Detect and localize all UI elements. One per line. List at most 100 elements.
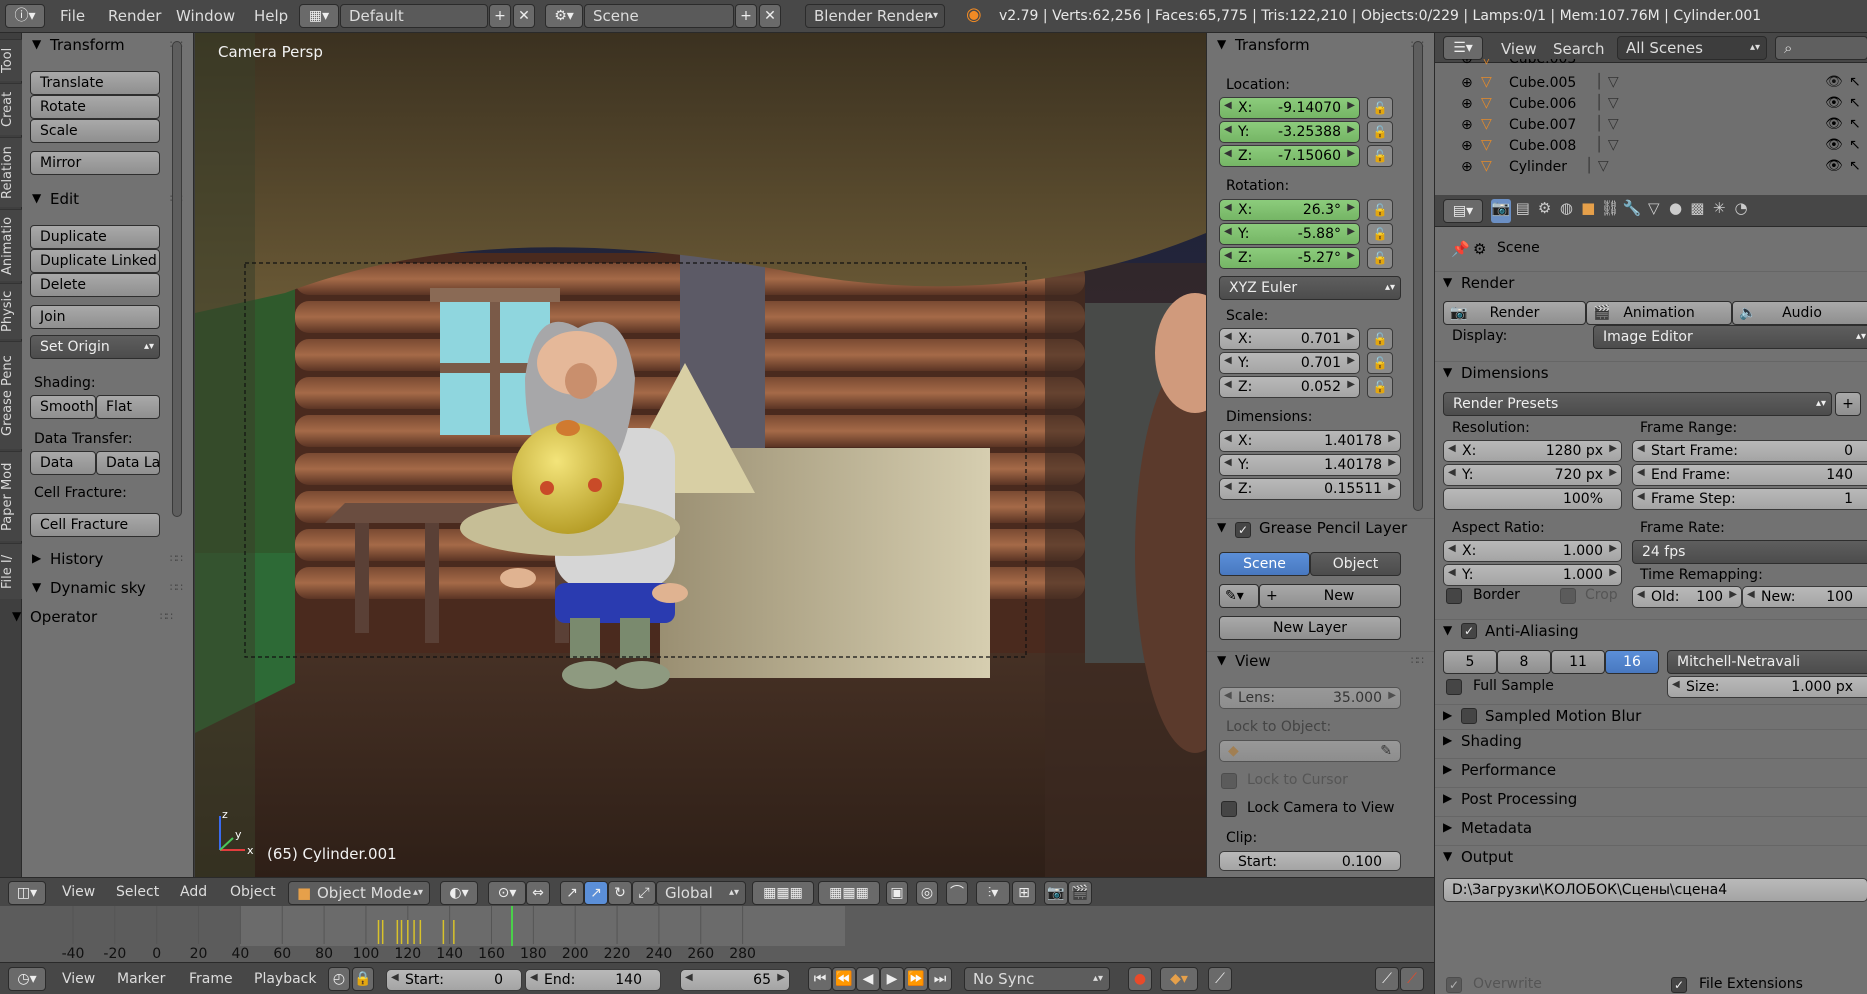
metadata-panel-header[interactable]: ▶ Metadata [1435, 816, 1867, 841]
translate-button[interactable]: Translate [30, 71, 160, 95]
preset-add-icon[interactable]: + [1835, 392, 1861, 416]
eye-icon[interactable]: 👁 [1825, 158, 1843, 174]
lock-object-field[interactable]: ◆ ✎ [1219, 740, 1401, 762]
tab-relation[interactable]: Relation [0, 137, 22, 207]
sync-mode-select[interactable]: No Sync ▴▾ [964, 967, 1110, 991]
scale-y-field[interactable]: ◀ Y: 0.701 ▶ [1219, 352, 1360, 374]
pencil-icon[interactable]: ✎▾ [1219, 584, 1259, 608]
jump-start-icon[interactable]: ⏮ [808, 967, 832, 991]
expand-icon[interactable]: ⊕ [1461, 138, 1473, 154]
scene-icon[interactable]: ⚙▾ [545, 4, 583, 28]
layout-close-icon[interactable]: ✕ [513, 4, 535, 28]
render-layers-icon[interactable]: ▤ [1513, 199, 1533, 223]
cursor-icon[interactable]: ↖ [1849, 95, 1861, 111]
outliner-menu-search[interactable]: Search [1553, 40, 1605, 58]
scene-close-icon[interactable]: ✕ [759, 4, 781, 28]
start-frame-timeline-field[interactable]: ◀ Start: 0 [386, 969, 522, 991]
playback-menu[interactable]: Playback [254, 971, 316, 987]
tab-file-io[interactable]: File I/ [0, 543, 22, 599]
full-sample-checkbox[interactable] [1446, 679, 1462, 695]
mirror-button[interactable]: Mirror [30, 151, 160, 175]
object-menu[interactable]: Object [230, 884, 276, 900]
render-tab-icon[interactable]: 📷 [1491, 199, 1511, 223]
rotation-z-field[interactable]: ◀ Z: -5.27° ▶ [1219, 247, 1360, 269]
layers-grid-icon[interactable]: ▦▦▦ [752, 881, 814, 905]
layout-icon[interactable]: ▦▾ [299, 4, 339, 28]
prev-keyframe-icon[interactable]: ⏪ [832, 967, 856, 991]
constraints-icon[interactable]: ⛓ [1600, 199, 1620, 223]
dimensions-panel-header[interactable]: ▼ Dimensions [1435, 361, 1867, 386]
lens-field[interactable]: ◀ Lens: 35.000 ▶ [1219, 687, 1401, 709]
location-x-field[interactable]: ◀ X: -9.14070 ▶ [1219, 97, 1360, 119]
insert-keyframe-icon[interactable]: ⟋ [1375, 967, 1399, 991]
set-origin-select[interactable]: Set Origin ▴▾ [30, 335, 160, 359]
rotation-x-field[interactable]: ◀ X: 26.3° ▶ [1219, 199, 1360, 221]
time-old-field[interactable]: ◀ Old: 100 ▶ [1632, 586, 1742, 608]
gp-object-tab[interactable]: Object [1310, 552, 1401, 576]
audio-button[interactable]: 🔈 Audio [1732, 301, 1867, 325]
grease-pencil-checkbox[interactable]: ✓ [1235, 522, 1251, 538]
location-z-field[interactable]: ◀ Z: -7.15060 ▶ [1219, 145, 1360, 167]
aspect-y-field[interactable]: ◀ Y: 1.000 ▶ [1443, 564, 1622, 586]
border-checkbox[interactable] [1446, 588, 1462, 604]
modifiers-icon[interactable]: 🔧 [1622, 199, 1642, 223]
filter-size-field[interactable]: ◀ Size: 1.000 px [1667, 676, 1867, 698]
tab-animation[interactable]: Animatio [0, 209, 22, 281]
dimensions-x-field[interactable]: ◀ X: 1.40178 ▶ [1219, 430, 1401, 452]
jump-end-icon[interactable]: ⏭ [928, 967, 952, 991]
tab-physics[interactable]: Physic [0, 283, 22, 339]
lock-icon[interactable]: 🔓 [1367, 223, 1393, 245]
menu-file[interactable]: File [60, 7, 85, 25]
n-transform-header[interactable]: ▼Transform∷∷ [1207, 36, 1435, 60]
gp-new-button[interactable]: + New [1259, 584, 1401, 608]
motion-blur-checkbox[interactable] [1461, 708, 1477, 724]
eye-icon[interactable]: 👁 [1825, 137, 1843, 153]
outliner-row[interactable]: ⊕ ▽ Cylinder │ ▽ 👁 ↖ [1435, 157, 1867, 178]
rotate-button[interactable]: Rotate [30, 95, 160, 119]
outliner-row[interactable]: ⊕ ▽ Cube.006 │ ▽ 👁 ↖ [1435, 94, 1867, 115]
time-lock-icon[interactable]: 🔒 [352, 967, 374, 991]
eyedropper-icon[interactable]: ✎ [1380, 743, 1392, 759]
eye-icon[interactable]: 👁 [1825, 116, 1843, 132]
lock-icon[interactable]: 🔓 [1367, 328, 1393, 350]
render-button[interactable]: 📷 Render [1443, 301, 1586, 325]
data-button[interactable]: Data [30, 451, 96, 475]
lock-icon[interactable]: 🔓 [1367, 247, 1393, 269]
rotation-mode-select[interactable]: XYZ Euler ▴▾ [1219, 276, 1401, 300]
lock-icon[interactable]: 🔓 [1367, 97, 1393, 119]
outliner-editor-icon[interactable]: ☰▾ [1443, 36, 1483, 60]
resolution-x-field[interactable]: ◀ X: 1280 px ▶ [1443, 440, 1622, 462]
flat-button[interactable]: Flat [96, 395, 160, 419]
layers-grid-icon[interactable]: ▦▦▦ [818, 881, 880, 905]
outliner-search-input[interactable]: ⌕ [1775, 36, 1867, 60]
dimensions-z-field[interactable]: ◀ Z: 0.15511 ▶ [1219, 478, 1401, 500]
gp-new-layer-button[interactable]: New Layer [1219, 616, 1401, 640]
play-icon[interactable]: ▶ [880, 967, 904, 991]
resolution-percent-field[interactable]: 100% [1443, 488, 1622, 510]
display-select[interactable]: Image Editor ▴▾ [1593, 325, 1867, 349]
anti-aliasing-header[interactable]: ▼ ✓ Anti-Aliasing [1435, 619, 1867, 644]
marker-menu[interactable]: Marker [117, 971, 165, 987]
lock-to-cursor-checkbox[interactable] [1221, 773, 1237, 789]
info-editor-icon[interactable]: ⓘ▾ [5, 4, 45, 28]
texture-icon[interactable]: ▩ [1687, 199, 1707, 223]
rotation-y-field[interactable]: ◀ Y: -5.88° ▶ [1219, 223, 1360, 245]
tab-tool[interactable]: Tool [0, 39, 22, 81]
lock-icon[interactable]: 🔓 [1367, 376, 1393, 398]
lock-icon[interactable]: 🔓 [1367, 352, 1393, 374]
dimensions-y-field[interactable]: ◀ Y: 1.40178 ▶ [1219, 454, 1401, 476]
scene-add-icon[interactable]: + [735, 4, 757, 28]
location-y-field[interactable]: ◀ Y: -3.25388 ▶ [1219, 121, 1360, 143]
data-layers-button[interactable]: Data La [96, 451, 160, 475]
duplicate-button[interactable]: Duplicate [30, 225, 160, 249]
grip-icon[interactable]: ∷∷ [170, 552, 183, 565]
animation-button[interactable]: 🎬 Animation [1586, 301, 1732, 325]
grip-icon[interactable]: ∷∷ [1411, 654, 1424, 667]
add-menu[interactable]: Add [180, 884, 207, 900]
output-panel-header[interactable]: ▼ Output [1435, 845, 1867, 870]
layout-add-icon[interactable]: + [489, 4, 511, 28]
render-animation-icon[interactable]: 🎬 [1068, 881, 1092, 905]
cursor-icon[interactable]: ↖ [1849, 137, 1861, 153]
cursor-icon[interactable]: ↖ [1849, 74, 1861, 90]
select-menu[interactable]: Select [116, 884, 159, 900]
